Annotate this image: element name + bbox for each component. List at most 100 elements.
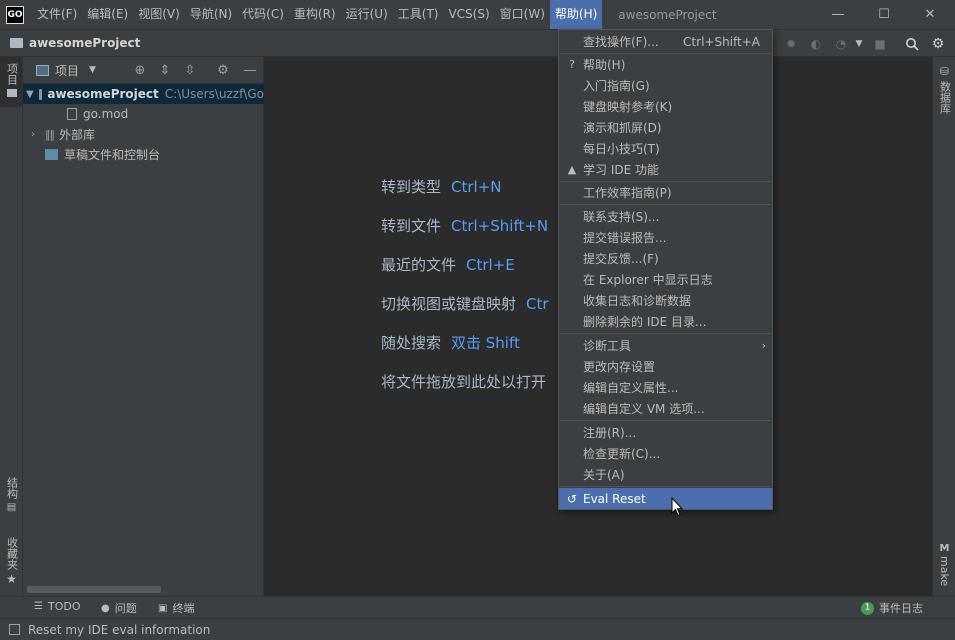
profile-icon[interactable]: ◔	[833, 36, 849, 52]
structure-tab-label: 结构	[5, 477, 19, 499]
project-view-icon	[36, 64, 49, 76]
menu-edit[interactable]: 编辑(E)	[82, 0, 133, 29]
question-icon: ?	[569, 58, 575, 71]
todo-tool-button[interactable]: ☰ TODO	[34, 600, 80, 613]
menu-item-check-updates[interactable]: 检查更新(C)...	[559, 443, 772, 464]
menu-navigate[interactable]: 导航(N)	[185, 0, 237, 29]
menu-item-getting-started[interactable]: 入门指南(G)	[559, 75, 772, 96]
menu-item-about[interactable]: 关于(A)	[559, 464, 772, 485]
scratches-label: 草稿文件和控制台	[64, 147, 161, 162]
menu-item-custom-vm-options[interactable]: 编辑自定义 VM 选项...	[559, 398, 772, 419]
make-tab-label: make	[938, 556, 951, 587]
toggle-tool-windows-icon[interactable]	[9, 624, 20, 635]
title-bar: GO 文件(F) 编辑(E) 视图(V) 导航(N) 代码(C) 重构(R) 运…	[0, 0, 955, 29]
navigation-bar: awesomeProject ✹ ◐ ◔ ▼ ■ ⚙	[0, 29, 955, 57]
menu-item-contact-support[interactable]: 联系支持(S)...	[559, 206, 772, 227]
chevron-right-icon[interactable]: ›	[26, 129, 40, 140]
menu-item-submit-bug[interactable]: 提交错误报告...	[559, 227, 772, 248]
project-panel-header: 项目 ▼ ⊕ ⇕ ⇳ ⚙ —	[23, 57, 263, 84]
close-button[interactable]: ✕	[907, 0, 953, 29]
menu-window[interactable]: 窗口(W)	[495, 0, 550, 29]
expand-all-icon[interactable]: ⇕	[157, 62, 173, 78]
coverage-icon[interactable]: ◐	[808, 36, 824, 52]
help-menu-dropdown: 查找操作(F)... Ctrl+Shift+A ? 帮助(H) 入门指南(G) …	[558, 29, 773, 510]
status-text: Reset my IDE eval information	[28, 622, 211, 637]
menu-item-collect-logs[interactable]: 收集日志和诊断数据	[559, 290, 772, 311]
menu-item-tip-of-day[interactable]: 每日小技巧(T)	[559, 138, 772, 159]
stop-icon[interactable]: ■	[872, 36, 888, 52]
menu-view[interactable]: 视图(V)	[133, 0, 185, 29]
project-tool-tab[interactable]: 项目	[0, 57, 23, 107]
hint-switch-view: 切换视图或键盘映射 Ctr	[381, 295, 549, 313]
menu-refactor[interactable]: 重构(R)	[289, 0, 341, 29]
hide-icon[interactable]: —	[242, 62, 258, 78]
reset-icon: ↺	[566, 491, 578, 506]
chevron-down-icon[interactable]: ▼	[26, 89, 34, 100]
menu-divider	[560, 204, 771, 205]
menu-item-find-action[interactable]: 查找操作(F)... Ctrl+Shift+A	[559, 31, 772, 52]
structure-tool-tab[interactable]: 结构 ▤	[0, 477, 23, 513]
root-path: C:\Users\uzzf\Go	[164, 87, 264, 101]
breadcrumb-project[interactable]: awesomeProject	[29, 36, 140, 50]
terminal-tool-button[interactable]: ▣ 终端	[158, 600, 194, 616]
structure-icon: ▤	[6, 502, 17, 513]
menu-item-eval-reset[interactable]: ↺ Eval Reset	[559, 488, 772, 509]
external-libs-label: 外部库	[59, 127, 96, 142]
menu-divider	[560, 333, 771, 334]
tree-row-scratches[interactable]: 草稿文件和控制台	[23, 144, 264, 164]
root-name: awesomeProject	[47, 87, 159, 101]
database-tab-label: 数据库	[938, 81, 952, 114]
project-panel-title[interactable]: 项目	[55, 62, 79, 79]
horizontal-scrollbar[interactable]	[27, 586, 161, 593]
make-tool-tab[interactable]: M make	[933, 543, 955, 586]
menu-tools[interactable]: 工具(T)	[393, 0, 444, 29]
menu-file[interactable]: 文件(F)	[32, 0, 82, 29]
tree-row-go-mod[interactable]: go.mod	[23, 104, 264, 124]
gear-icon[interactable]: ⚙	[930, 36, 946, 52]
collapse-all-icon[interactable]: ⇳	[182, 62, 198, 78]
mouse-cursor-icon	[671, 496, 684, 520]
graduation-cap-icon: ▲	[567, 163, 577, 176]
menu-help[interactable]: 帮助(H)	[549, 0, 603, 29]
menu-item-learn-ide[interactable]: ▲ 学习 IDE 功能	[559, 159, 772, 180]
database-tool-tab[interactable]: ⛁ 数据库	[933, 65, 955, 114]
hint-search-everywhere: 随处搜索 双击 Shift	[381, 334, 520, 352]
folder-icon	[6, 89, 17, 97]
folder-icon	[10, 38, 23, 48]
menu-item-memory-settings[interactable]: 更改内存设置	[559, 356, 772, 377]
menu-vcs[interactable]: VCS(S)	[443, 0, 494, 29]
tree-row-external-libs[interactable]: › ‖‖ 外部库	[23, 124, 264, 144]
menu-item-help[interactable]: ? 帮助(H)	[559, 54, 772, 75]
problems-tool-button[interactable]: ● 问题	[101, 600, 137, 616]
search-icon[interactable]	[904, 36, 920, 52]
menu-item-submit-feedback[interactable]: 提交反馈...(F)	[559, 248, 772, 269]
gear-icon[interactable]: ⚙	[215, 62, 231, 78]
locate-icon[interactable]: ⊕	[132, 62, 148, 78]
file-name: go.mod	[83, 107, 129, 121]
event-log-tool-button[interactable]: 1 事件日志	[861, 600, 923, 616]
menu-item-diagnostic-tools[interactable]: 诊断工具 ›	[559, 335, 772, 356]
hint-goto-type: 转到类型 Ctrl+N	[381, 178, 502, 196]
library-icon: ‖‖	[45, 127, 55, 141]
tree-row-root[interactable]: ▼ awesomeProject C:\Users\uzzf\Go	[23, 84, 264, 104]
menu-divider	[560, 420, 771, 421]
chevron-down-icon[interactable]: ▼	[89, 65, 96, 75]
menu-code[interactable]: 代码(C)	[237, 0, 289, 29]
run-dropdown-icon[interactable]: ▼	[851, 36, 867, 52]
event-count-badge: 1	[861, 601, 874, 615]
maximize-button[interactable]: ☐	[861, 0, 907, 29]
make-icon: M	[939, 543, 950, 554]
menu-item-demos[interactable]: 演示和抓屏(D)	[559, 117, 772, 138]
menu-item-keymap-reference[interactable]: 键盘映射参考(K)	[559, 96, 772, 117]
debug-icon[interactable]: ✹	[783, 36, 799, 52]
menu-item-custom-properties[interactable]: 编辑自定义属性...	[559, 377, 772, 398]
project-panel: 项目 ▼ ⊕ ⇕ ⇳ ⚙ — ▼ awesomeProject C:\Users…	[23, 57, 264, 596]
menu-item-show-log[interactable]: 在 Explorer 中显示日志	[559, 269, 772, 290]
menu-run[interactable]: 运行(U)	[341, 0, 393, 29]
menu-item-register[interactable]: 注册(R)...	[559, 422, 772, 443]
minimize-button[interactable]: —	[815, 0, 861, 29]
favorites-tool-tab[interactable]: 收藏夹 ★	[0, 537, 23, 586]
menu-item-productivity-guide[interactable]: 工作效率指南(P)	[559, 182, 772, 203]
app-logo-icon: GO	[6, 5, 24, 24]
menu-item-delete-leftover-dirs[interactable]: 删除剩余的 IDE 目录...	[559, 311, 772, 332]
